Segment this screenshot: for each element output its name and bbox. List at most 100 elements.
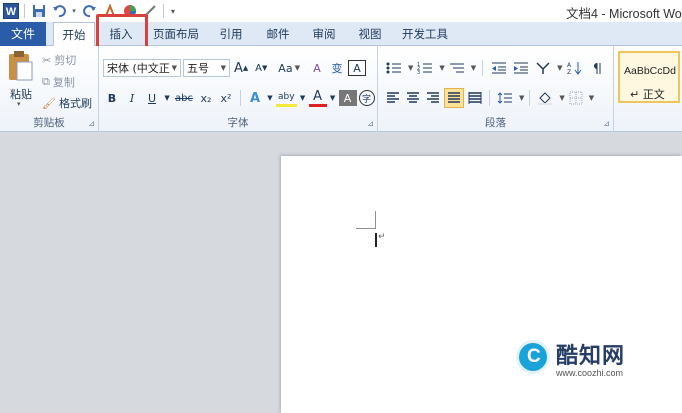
shading-dropdown-icon[interactable]: ▼ <box>559 94 564 102</box>
shrink-font-button[interactable]: A ▼ <box>252 58 270 78</box>
tab-file[interactable]: 文件 <box>0 22 46 46</box>
underline-dropdown-icon[interactable]: ▼ <box>163 88 171 108</box>
copy-label: 复制 <box>52 76 75 89</box>
numbering-button[interactable]: 123 <box>415 58 435 78</box>
tab-review[interactable]: 审阅 <box>304 22 344 46</box>
clipboard-group-label: 剪贴板 <box>33 117 65 129</box>
align-center-button[interactable] <box>404 88 422 108</box>
decrease-indent-icon <box>492 62 507 74</box>
font-color-dropdown-icon[interactable]: ▼ <box>329 88 337 108</box>
watermark-url: www.coozhi.com <box>556 368 624 378</box>
text-cursor <box>375 233 377 247</box>
multilevel-list-button[interactable] <box>447 58 467 78</box>
paste-dropdown-icon: ▾ <box>17 100 21 108</box>
para-separator <box>489 90 490 106</box>
shading-button[interactable] <box>535 88 555 108</box>
show-marks-button[interactable] <box>587 58 605 78</box>
bullets-button[interactable] <box>384 58 404 78</box>
tab-developer[interactable]: 开发工具 <box>396 22 454 46</box>
distributed-button[interactable] <box>466 88 484 108</box>
clipboard-dialog-launcher-icon[interactable]: ⊿ <box>88 119 95 128</box>
sort-button[interactable]: AZ <box>565 58 585 78</box>
ribbon-home: 粘贴 ▾ ✂ 剪切 ⧉ 复制 🖌 格式刷 剪贴板 ⊿ 宋体 (中文正文 ▼ 五号… <box>0 46 682 132</box>
undo-icon[interactable] <box>50 3 67 20</box>
customize-qat-icon[interactable]: ▾ <box>169 3 177 20</box>
italic-button[interactable]: I <box>123 88 141 108</box>
align-right-button[interactable] <box>424 88 442 108</box>
text-effects-dropdown-icon[interactable]: ▼ <box>266 88 274 108</box>
bullets-dropdown-icon[interactable]: ▼ <box>408 64 413 72</box>
multilevel-dropdown-icon[interactable]: ▼ <box>471 64 476 72</box>
tab-page-layout[interactable]: 页面布局 <box>147 22 205 46</box>
increase-indent-button[interactable] <box>511 58 531 78</box>
tab-references[interactable]: 引用 <box>212 22 250 46</box>
chinese-layout-button[interactable] <box>533 58 553 78</box>
numbering-dropdown-icon[interactable]: ▼ <box>439 64 444 72</box>
subscript-button[interactable]: x₂ <box>197 88 215 108</box>
clear-formatting-button[interactable]: A <box>308 58 326 78</box>
superscript-button[interactable]: x² <box>217 88 235 108</box>
shrink-font-icon: A <box>255 62 263 74</box>
decrease-indent-button[interactable] <box>489 58 509 78</box>
font-group-label: 字体 <box>227 117 249 129</box>
character-shading-button[interactable]: A <box>338 90 357 106</box>
tab-view[interactable]: 视图 <box>350 22 390 46</box>
format-painter-icon: 🖌 <box>42 96 56 110</box>
tab-mailings[interactable]: 邮件 <box>258 22 298 46</box>
justify-button[interactable] <box>444 88 464 108</box>
bold-button[interactable]: B <box>103 88 121 108</box>
highlight-button[interactable]: aby <box>275 89 297 107</box>
character-border-icon: A <box>353 61 361 75</box>
style-normal[interactable]: AaBbCcDd ↵ 正文 <box>618 51 680 103</box>
paste-button[interactable]: 粘贴 ▾ <box>6 50 36 110</box>
borders-button[interactable] <box>567 88 585 108</box>
font-size-combo[interactable]: 五号 ▼ <box>183 59 230 77</box>
copy-button[interactable]: ⧉ 复制 <box>42 74 75 90</box>
font-separator <box>239 90 241 106</box>
borders-dropdown-icon[interactable]: ▼ <box>589 94 594 102</box>
justify-icon <box>448 92 460 103</box>
paragraph-mark-icon: ↵ <box>378 232 386 242</box>
svg-text:3: 3 <box>417 70 420 75</box>
format-painter-button[interactable]: 🖌 格式刷 <box>42 95 92 111</box>
phonetic-guide-button[interactable]: 变 <box>328 58 346 78</box>
character-border-button[interactable]: A <box>347 60 366 76</box>
font-dialog-launcher-icon[interactable]: ⊿ <box>367 119 374 128</box>
undo-dropdown-icon[interactable]: ▾ <box>70 3 78 20</box>
word-app-icon[interactable]: W <box>3 3 19 19</box>
align-center-icon <box>407 92 419 103</box>
svg-text:Z: Z <box>567 69 571 75</box>
borders-icon <box>569 91 583 105</box>
paragraph-dialog-launcher-icon[interactable]: ⊿ <box>603 119 610 128</box>
paint-bucket-icon <box>538 92 553 105</box>
cut-label: 剪切 <box>54 54 77 67</box>
highlight-dropdown-icon[interactable]: ▼ <box>299 88 307 108</box>
align-left-icon <box>387 92 399 103</box>
text-effects-button[interactable]: A <box>246 88 264 108</box>
cut-button[interactable]: ✂ 剪切 <box>42 52 76 68</box>
font-name-combo[interactable]: 宋体 (中文正文 ▼ <box>103 59 181 77</box>
change-case-button[interactable]: Aa ▼ <box>276 58 302 78</box>
change-case-icon: Aa <box>278 61 293 75</box>
underline-button[interactable]: U <box>143 88 161 108</box>
line-spacing-dropdown-icon[interactable]: ▼ <box>519 94 524 102</box>
svg-text:A: A <box>567 62 572 69</box>
grow-font-button[interactable]: A ▲ <box>232 58 250 78</box>
align-left-button[interactable] <box>384 88 402 108</box>
paragraph-group: ▼ 123 ▼ ▼ ▼ AZ ▼ ▼ ▼ 段落 ⊿ <box>378 46 614 132</box>
line-spacing-button[interactable] <box>495 88 515 108</box>
enclose-characters-button[interactable]: 字 <box>358 90 375 106</box>
save-icon[interactable] <box>30 3 47 20</box>
font-color-button[interactable]: A <box>308 89 327 107</box>
tab-home[interactable]: 开始 <box>53 22 95 47</box>
page-margin-corner-horizontal <box>356 228 375 229</box>
paragraph-mark-icon <box>593 63 601 74</box>
phonetic-guide-icon: 变 <box>331 62 343 75</box>
strikethrough-button[interactable]: abc <box>173 88 195 108</box>
format-painter-label: 格式刷 <box>58 97 92 110</box>
para-separator <box>482 60 484 76</box>
scissors-icon: ✂ <box>42 53 52 67</box>
watermark-logo-icon: C <box>516 340 550 374</box>
font-group: 宋体 (中文正文 ▼ 五号 ▼ A▲ A▼ Aa▼ A 变 A B I U ▼ … <box>99 46 378 132</box>
chinese-layout-dropdown-icon[interactable]: ▼ <box>557 64 562 72</box>
